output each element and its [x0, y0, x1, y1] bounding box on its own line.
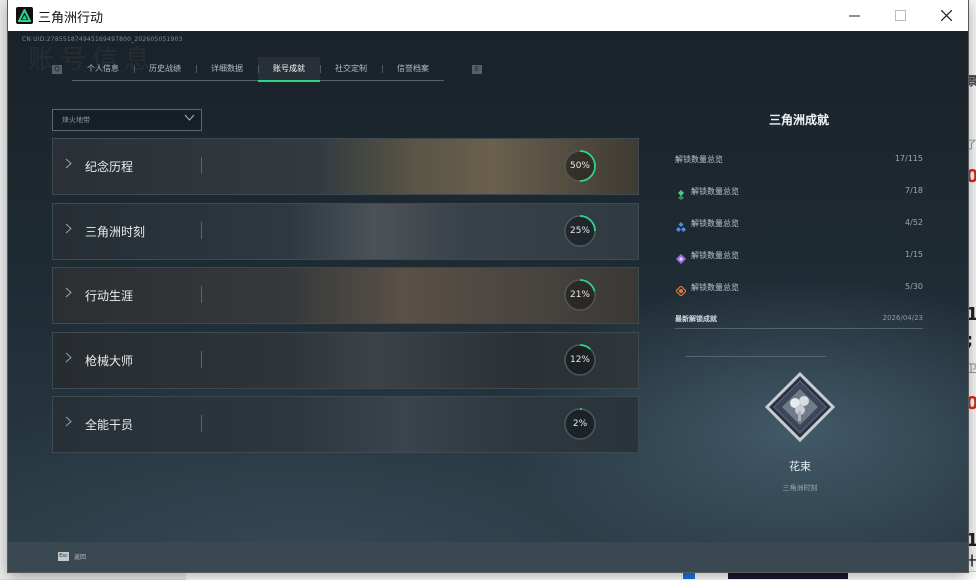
delta-logo-icon — [16, 7, 33, 24]
progress-percent: 50% — [569, 161, 590, 171]
maximize-button[interactable] — [877, 0, 923, 31]
tier-value: 1/15 — [905, 250, 923, 259]
title-bar[interactable]: 三角洲行动 — [8, 0, 968, 31]
tier-label: 解锁数量总览 — [691, 283, 739, 292]
tab-achievements[interactable]: 账号成就 — [258, 57, 320, 82]
tier-orange-icon — [675, 281, 687, 297]
badge-category: 三角洲时刻 — [782, 484, 818, 492]
total-value: 17/115 — [894, 154, 923, 163]
category-card-delta-moments[interactable]: 三角洲时刻 25% — [52, 202, 639, 260]
tab-bar: 个人信息 历史战绩 详细数据 账号成就 社交定制 信誉档案 — [72, 57, 444, 82]
tier-row-blue: 解锁数量总览 4/52 — [675, 210, 923, 242]
category-label: 行动生涯 — [85, 289, 134, 303]
uid-text: CN UID:278551874945169497800_20260505190… — [22, 36, 183, 43]
tab-detailed-data[interactable]: 详细数据 — [196, 57, 258, 81]
card-divider — [201, 157, 202, 174]
category-list: 纪念历程 50% 三角洲时刻 25% 行动生涯 21% 枪械大师 12% 全能干员 2% — [52, 138, 639, 461]
progress-percent: 2% — [572, 419, 588, 429]
chevron-right-icon — [65, 158, 72, 172]
back-label[interactable]: 返回 — [74, 552, 86, 561]
tab-history[interactable]: 历史战绩 — [134, 57, 196, 81]
background-blue-tab — [683, 571, 695, 579]
card-divider — [201, 221, 202, 239]
badge-name: 花束 — [789, 460, 811, 473]
recent-label: 最新解锁成就 — [675, 315, 717, 323]
achievement-badge[interactable] — [764, 371, 836, 443]
close-button[interactable] — [923, 0, 969, 31]
recent-date: 2026/04/23 — [882, 314, 923, 322]
tier-purple-icon — [676, 249, 686, 264]
tier-row-orange: 解锁数量总览 5/30 — [675, 274, 923, 306]
footer-bar: Esc 返回 — [8, 542, 968, 572]
tier-label: 解锁数量总览 — [691, 187, 739, 196]
total-label: 解锁数量总览 — [675, 155, 723, 164]
chevron-down-icon — [184, 113, 195, 125]
recent-divider — [686, 356, 826, 357]
tab-personal-info[interactable]: 个人信息 — [72, 57, 134, 81]
progress-percent: 25% — [569, 225, 590, 236]
tier-green-icon — [676, 185, 686, 200]
category-label: 枪械大师 — [85, 353, 134, 368]
summary-title: 三角洲成就 — [768, 113, 829, 127]
tier-row-green: 解锁数量总览 7/18 — [675, 178, 923, 210]
game-area: 账号信息 CN UID:278551874945169497800_202605… — [8, 31, 968, 572]
category-label: 全能干员 — [85, 418, 134, 432]
category-card-weapon-master[interactable]: 枪械大师 12% — [52, 331, 639, 389]
category-card-operation-career[interactable]: 行动生涯 21% — [52, 267, 639, 324]
category-label: 三角洲时刻 — [85, 224, 146, 239]
tier-row-purple: 解锁数量总览 1/15 — [675, 242, 923, 274]
chevron-right-icon — [65, 416, 72, 430]
app-window: 三角洲行动 账号信息 CN UID:278551874945169497800_… — [8, 0, 968, 572]
tier-label: 解锁数量总览 — [691, 251, 739, 260]
chevron-right-icon — [65, 223, 72, 237]
mode-filter-dropdown[interactable]: 烽火地带 — [52, 109, 202, 131]
tab-prev-button[interactable]: Q — [52, 65, 62, 74]
maximize-icon — [894, 10, 906, 21]
card-divider — [201, 350, 202, 368]
category-card-versatile-operator[interactable]: 全能干员 2% — [52, 396, 639, 453]
tier-value: 5/30 — [905, 282, 923, 291]
minimize-button[interactable] — [831, 0, 877, 31]
card-background-image — [53, 332, 638, 388]
window-title: 三角洲行动 — [38, 11, 104, 26]
summary-panel: 三角洲成就 解锁数量总览 17/115 解锁数量总览 7/18 解锁数量总览 4/52… — [675, 111, 923, 329]
progress-percent: 21% — [569, 290, 590, 300]
esc-key-icon[interactable]: Esc — [58, 552, 69, 561]
progress-percent: 12% — [569, 354, 590, 365]
card-divider — [201, 286, 202, 303]
background-thumbnail — [728, 571, 848, 579]
category-card-memorial-history[interactable]: 纪念历程 50% — [52, 138, 639, 195]
tab-next-button[interactable]: E — [472, 65, 482, 74]
card-background-image — [53, 397, 638, 452]
minimize-icon — [848, 15, 860, 17]
total-row: 解锁数量总览 17/115 — [675, 146, 923, 178]
category-label: 纪念历程 — [85, 160, 134, 174]
chevron-right-icon — [65, 287, 72, 301]
tab-social[interactable]: 社交定制 — [320, 57, 382, 81]
bouquet-badge-icon — [764, 371, 836, 443]
filter-value: 烽火地带 — [62, 116, 90, 124]
tier-value: 4/52 — [905, 218, 923, 227]
tier-blue-icon — [676, 217, 686, 232]
card-divider — [201, 415, 202, 432]
tab-credit[interactable]: 信誉档案 — [382, 57, 444, 81]
recent-header: 最新解锁成就 2026/04/23 — [675, 314, 923, 329]
card-background-image — [53, 139, 638, 194]
tier-label: 解锁数量总览 — [691, 219, 739, 228]
card-background-image — [53, 268, 638, 323]
chevron-right-icon — [65, 352, 72, 366]
tier-value: 7/18 — [905, 186, 923, 195]
close-icon — [940, 10, 952, 21]
